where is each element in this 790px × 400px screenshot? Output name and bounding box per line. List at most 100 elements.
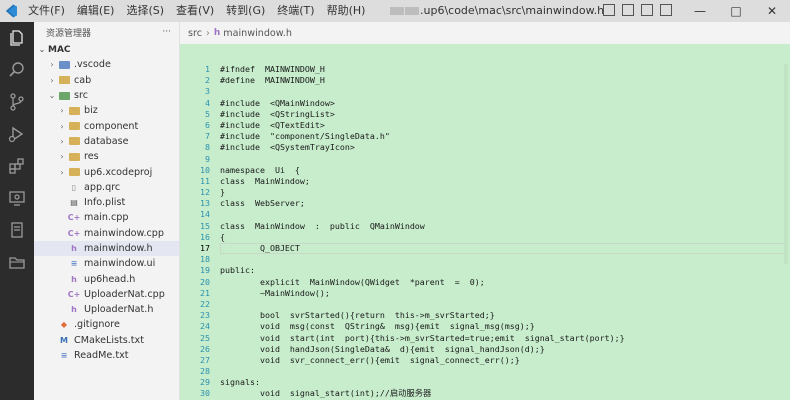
line-number: 1: [205, 64, 210, 74]
tree-item[interactable]: h mainwindow.h: [34, 240, 179, 257]
tree-item[interactable]: C+ UploaderNat.cpp: [34, 287, 179, 302]
search-icon[interactable]: [0, 54, 34, 86]
code-line[interactable]: 18: [180, 254, 790, 265]
code-text: void svr_connect_err(){emit signal_conne…: [220, 354, 520, 365]
tree-item-label: src: [74, 90, 89, 102]
code-line[interactable]: 27 void svr_connect_err(){emit signal_co…: [180, 355, 790, 366]
tree-item[interactable]: ≡ ReadMe.txt: [34, 348, 179, 363]
tree-item[interactable]: ◆ .gitignore: [34, 317, 179, 332]
source-control-icon[interactable]: [0, 86, 34, 118]
more-actions-icon[interactable]: ···: [162, 27, 171, 37]
tree-item[interactable]: ▤ Info.plist: [34, 195, 179, 210]
code-line[interactable]: 26 void handJson(SingleData& d){emit sig…: [180, 344, 790, 355]
code-line[interactable]: 24 void msg(const QString& msg){emit sig…: [180, 321, 790, 332]
minimize-button[interactable]: —: [682, 0, 718, 22]
tree-item-label: ReadMe.txt: [74, 350, 129, 362]
code-line[interactable]: 20 explicit MainWindow(QWidget *parent =…: [180, 277, 790, 288]
header-file-icon: h: [71, 244, 77, 253]
code-line[interactable]: 28: [180, 366, 790, 377]
breadcrumb-item-src[interactable]: src: [188, 28, 202, 39]
tree-item[interactable]: › database: [34, 134, 179, 149]
code-area[interactable]: 1 #ifndef MAINWINDOW_H 2 #define MAINWINDOW…: [180, 64, 790, 400]
menu-item[interactable]: 转到(G): [220, 0, 271, 22]
code-line[interactable]: 23 bool svrStarted(){return this->m_svrS…: [180, 310, 790, 321]
close-button[interactable]: ✕: [754, 0, 790, 22]
code-line[interactable]: 21 ~MainWindow();: [180, 288, 790, 299]
menu-item[interactable]: 文件(F): [22, 0, 71, 22]
extensions-icon[interactable]: [0, 150, 34, 182]
code-line[interactable]: 3: [180, 86, 790, 97]
menu-item[interactable]: 选择(S): [120, 0, 170, 22]
toggle-panel-icon[interactable]: [622, 4, 634, 16]
line-number: 14: [200, 209, 210, 220]
line-number: 8: [205, 142, 210, 153]
code-line[interactable]: 1 #ifndef MAINWINDOW_H: [180, 64, 790, 75]
line-number: 5: [205, 108, 210, 119]
code-line[interactable]: 11 class MainWindow;: [180, 176, 790, 187]
code-line[interactable]: 25 void start(int port){this->m_svrStart…: [180, 333, 790, 344]
explorer-icon[interactable]: [0, 22, 34, 54]
code-line[interactable]: 8 #include <QSystemTrayIcon>: [180, 142, 790, 153]
code-line[interactable]: 19 public:: [180, 265, 790, 276]
tree-item[interactable]: C+ mainwindow.cpp: [34, 226, 179, 241]
toggle-sidebar-icon[interactable]: [603, 4, 615, 16]
tree-item[interactable]: › biz: [34, 103, 179, 118]
code-line[interactable]: 30 void signal_start(int);//启动服务器: [180, 388, 790, 399]
code-line[interactable]: 12}: [180, 187, 790, 198]
code-line[interactable]: 16 {: [180, 232, 790, 243]
run-debug-icon[interactable]: [0, 118, 34, 150]
tree-item[interactable]: ≡ mainwindow.ui: [34, 256, 179, 271]
code-line[interactable]: 17 Q_OBJECT: [180, 243, 790, 255]
tree-item[interactable]: ⌄ src: [34, 88, 179, 103]
code-line[interactable]: 7 #include "component/SingleData.h": [180, 131, 790, 142]
remote-explorer-icon[interactable]: [0, 182, 34, 214]
code-line[interactable]: 15 class MainWindow : public QMainWindow: [180, 221, 790, 232]
code-line[interactable]: 9: [180, 154, 790, 165]
menu-item[interactable]: 终端(T): [271, 0, 320, 22]
file-icon: ▯: [71, 182, 77, 192]
current-line-highlight: [220, 243, 786, 255]
tree-item[interactable]: › component: [34, 118, 179, 133]
breadcrumb-item-file[interactable]: mainwindow.h: [223, 28, 292, 39]
tree-item[interactable]: › res: [34, 149, 179, 164]
tree-item[interactable]: ▯ app.qrc: [34, 180, 179, 195]
code-text: void signal_start(int);//启动服务器: [220, 388, 432, 399]
line-number: 2: [205, 75, 210, 86]
code-line[interactable]: 4 #include <QMainWindow>: [180, 98, 790, 109]
menu-item[interactable]: 查看(V): [170, 0, 220, 22]
tree-item[interactable]: › .vscode: [34, 57, 179, 72]
chevron-right-icon: ›: [50, 60, 54, 70]
window-title: .up6\code\mac\src\mainwindow.h: [390, 0, 604, 22]
code-text: void handJson(SingleData& d){emit signal…: [220, 343, 545, 354]
line-number: 7: [205, 131, 210, 142]
tree-item[interactable]: M CMakeLists.txt: [34, 333, 179, 348]
menu-item[interactable]: 帮助(H): [321, 0, 372, 22]
tree-root[interactable]: ⌄ MAC: [34, 42, 179, 57]
tree-item-label: CMakeLists.txt: [74, 334, 144, 346]
customize-layout-icon[interactable]: [660, 4, 672, 16]
code-line[interactable]: 13 class WebServer;: [180, 198, 790, 209]
code-line[interactable]: 10 namespace Ui {: [180, 165, 790, 176]
line-number: 11: [200, 175, 210, 186]
line-number: 25: [200, 332, 210, 343]
window-controls: — □ ✕: [682, 0, 790, 22]
menu-item[interactable]: 编辑(E): [71, 0, 121, 22]
tree-item[interactable]: › up6.xcodeproj: [34, 164, 179, 179]
code-line[interactable]: 5 #include <QStringList>: [180, 109, 790, 120]
book-icon[interactable]: [0, 214, 34, 246]
code-line[interactable]: 22: [180, 299, 790, 310]
line-number: 12: [200, 187, 210, 198]
tree-item[interactable]: h up6head.h: [34, 271, 179, 286]
toggle-secondary-sidebar-icon[interactable]: [641, 4, 653, 16]
code-text: #define MAINWINDOW_H: [220, 75, 325, 86]
code-line[interactable]: 2 #define MAINWINDOW_H: [180, 75, 790, 86]
maximize-button[interactable]: □: [718, 0, 754, 22]
folder-icon[interactable]: [0, 246, 34, 278]
tree-item[interactable]: C+ main.cpp: [34, 210, 179, 225]
code-line[interactable]: 14: [180, 209, 790, 220]
code-line[interactable]: 29 signals:: [180, 377, 790, 388]
minimap-slider[interactable]: [784, 64, 788, 264]
tree-item[interactable]: h UploaderNat.h: [34, 302, 179, 317]
code-line[interactable]: 6 #include <QTextEdit>: [180, 120, 790, 131]
tree-item[interactable]: › cab: [34, 73, 179, 88]
